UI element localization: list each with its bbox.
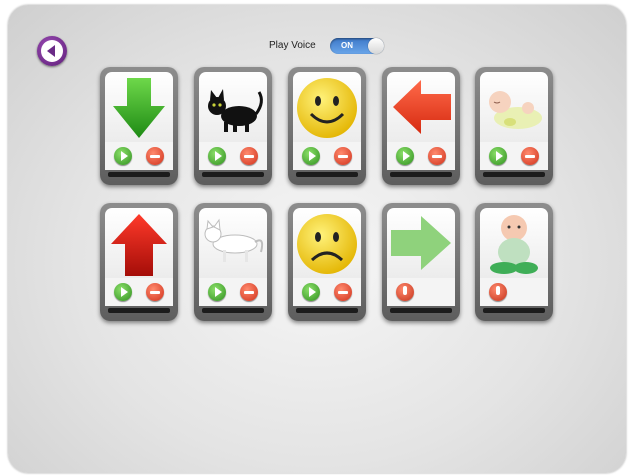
play-button[interactable]: [489, 147, 507, 165]
card-image: [293, 208, 361, 278]
remove-button[interactable]: [334, 147, 352, 165]
card-right-arrow[interactable]: [382, 203, 460, 321]
play-button[interactable]: [208, 147, 226, 165]
card-divider: [390, 308, 452, 313]
red-up-arrow-icon: [111, 214, 167, 276]
black-cat-icon: [208, 89, 263, 132]
card-controls: [480, 278, 548, 306]
card-controls: [105, 142, 173, 170]
card-divider: [390, 172, 452, 177]
remove-button[interactable]: [240, 147, 258, 165]
card-divider: [202, 172, 264, 177]
card-left-arrow[interactable]: [382, 67, 460, 185]
card-sad-face[interactable]: [288, 203, 366, 321]
card-black-cat[interactable]: [194, 67, 272, 185]
card-controls: [105, 278, 173, 306]
card-image: [387, 72, 455, 142]
card-white-cat[interactable]: [194, 203, 272, 321]
card-divider: [483, 172, 545, 177]
card-image: [480, 208, 548, 278]
white-cat-icon: [204, 218, 264, 262]
toggle-on-label: ON: [341, 41, 353, 50]
card-controls: [387, 142, 455, 170]
sad-face-icon: [297, 214, 357, 274]
back-button[interactable]: [37, 36, 67, 66]
card-up-arrow[interactable]: [100, 203, 178, 321]
sitting-baby-icon: [490, 215, 538, 274]
card-controls: [293, 278, 361, 306]
card-sitting-baby[interactable]: [475, 203, 553, 321]
remove-button[interactable]: [334, 283, 352, 301]
remove-button[interactable]: [146, 283, 164, 301]
play-button[interactable]: [208, 283, 226, 301]
card-divider: [202, 308, 264, 313]
remove-button[interactable]: [521, 147, 539, 165]
play-voice-label: Play Voice: [269, 40, 316, 51]
red-left-arrow-icon: [393, 80, 451, 134]
card-image: [293, 72, 361, 142]
play-button[interactable]: [396, 147, 414, 165]
play-button[interactable]: [114, 147, 132, 165]
card-image: [105, 208, 173, 278]
card-image: [199, 72, 267, 142]
app-screen: Play Voice ON: [8, 5, 626, 473]
play-button[interactable]: [302, 147, 320, 165]
sleeping-baby-icon: [489, 91, 542, 129]
card-divider: [296, 308, 358, 313]
remove-button[interactable]: [146, 147, 164, 165]
toggle-knob: [368, 38, 384, 54]
card-image: [387, 208, 455, 278]
card-divider: [296, 172, 358, 177]
smiley-face-icon: [297, 78, 357, 138]
card-controls: [480, 142, 548, 170]
play-button[interactable]: [302, 283, 320, 301]
card-divider: [108, 308, 170, 313]
back-arrow-icon: [47, 45, 55, 57]
card-down-arrow[interactable]: [100, 67, 178, 185]
card-image: [480, 72, 548, 142]
record-button[interactable]: [489, 283, 507, 301]
remove-button[interactable]: [240, 283, 258, 301]
card-divider: [108, 172, 170, 177]
card-happy-face[interactable]: [288, 67, 366, 185]
record-button[interactable]: [396, 283, 414, 301]
remove-button[interactable]: [428, 147, 446, 165]
card-sleeping-baby[interactable]: [475, 67, 553, 185]
play-button[interactable]: [114, 283, 132, 301]
card-controls: [387, 278, 455, 306]
card-divider: [483, 308, 545, 313]
green-right-arrow-icon: [391, 216, 451, 270]
green-down-arrow-icon: [113, 78, 165, 138]
card-controls: [199, 278, 267, 306]
card-controls: [293, 142, 361, 170]
card-controls: [199, 142, 267, 170]
play-voice-toggle[interactable]: ON: [330, 38, 384, 54]
card-image: [199, 208, 267, 278]
card-image: [105, 72, 173, 142]
